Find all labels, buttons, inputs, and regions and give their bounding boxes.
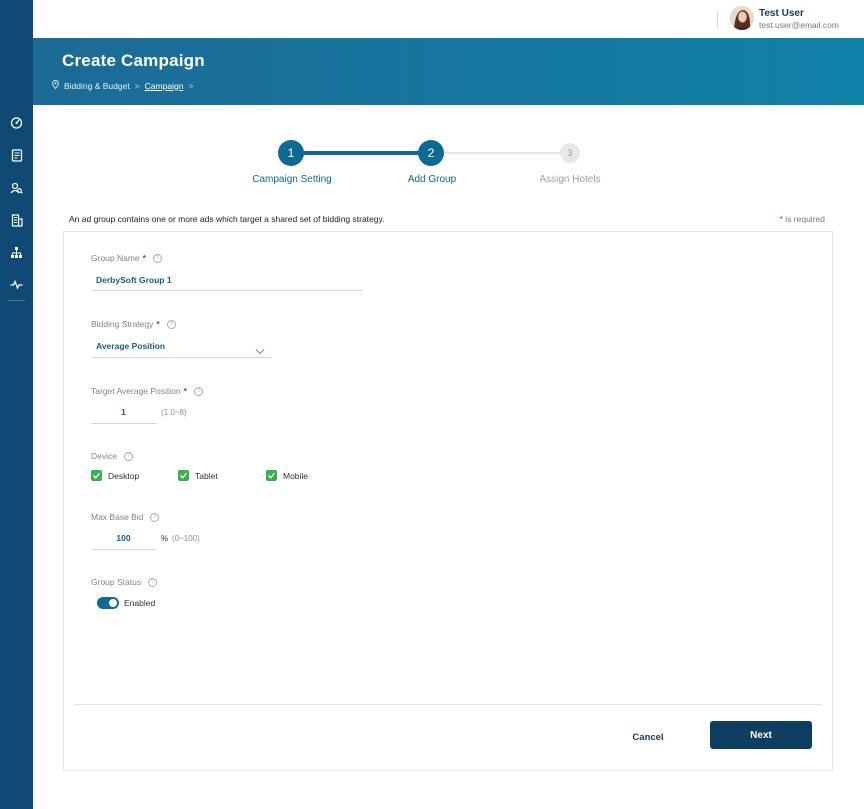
location-pin-icon: [52, 80, 59, 91]
target-avg-position-input[interactable]: 1: [91, 407, 156, 417]
breadcrumb-separator: >: [188, 80, 194, 91]
step-2-circle[interactable]: 2: [418, 140, 444, 166]
device-label: Device ?: [91, 451, 133, 461]
group-status-label: Group Status ?: [91, 577, 158, 587]
sidebar-divider: [8, 300, 25, 301]
mobile-checkbox[interactable]: [266, 470, 277, 481]
topbar-separator: [717, 11, 718, 29]
step-2-label[interactable]: Add Group: [408, 174, 456, 185]
card-footer-divider: [74, 704, 822, 705]
max-base-bid-underline: [91, 549, 157, 550]
bidding-strategy-label-text: Bidding Strategy: [91, 319, 154, 329]
target-avg-position-hint: (1.0~8): [161, 408, 187, 417]
group-name-input[interactable]: DerbySoft Group 1: [96, 275, 172, 285]
max-base-bid-label: Max Base Bid ?: [91, 512, 160, 522]
group-name-label-text: Group Name: [91, 253, 140, 263]
check-icon: [268, 472, 276, 479]
group-name-label: Group Name * ?: [91, 253, 162, 263]
tablet-checkbox[interactable]: [178, 470, 189, 481]
mobile-label[interactable]: Mobile: [283, 471, 308, 481]
help-icon[interactable]: ?: [166, 319, 176, 329]
required-note: * is required: [780, 214, 825, 224]
tablet-label[interactable]: Tablet: [195, 471, 218, 481]
step-3-label: Assign Hotels: [539, 174, 601, 185]
required-mark: *: [156, 319, 160, 329]
breadcrumb-separator: >: [134, 80, 140, 91]
group-name-underline: [91, 290, 362, 291]
stepper: 1 2 3 Campaign Setting Add Group Assign …: [0, 138, 864, 188]
page-title: Create Campaign: [62, 51, 205, 70]
required-text: is required: [782, 214, 825, 224]
device-label-text: Device: [91, 451, 117, 461]
target-avg-position-underline: [91, 423, 157, 424]
top-bar: Test User test.user@email.com: [33, 0, 864, 38]
dashboard-icon[interactable]: [9, 115, 24, 130]
cancel-button[interactable]: Cancel: [620, 728, 676, 746]
bidding-strategy-underline: [91, 357, 272, 358]
toggle-knob: [109, 599, 117, 607]
user-name[interactable]: Test User: [759, 8, 804, 19]
group-description: An ad group contains one or more ads whi…: [69, 214, 385, 224]
required-mark: *: [183, 386, 187, 396]
group-status-value: Enabled: [124, 598, 156, 608]
help-icon[interactable]: ?: [148, 577, 158, 587]
max-base-bid-unit: %: [161, 534, 169, 543]
breadcrumb: Bidding & Budget > Campaign >: [52, 80, 193, 91]
page-header: Create Campaign Bidding & Budget > Campa…: [33, 38, 864, 105]
help-icon[interactable]: ?: [152, 253, 162, 263]
group-form-card: Group Name * ? DerbySoft Group 1 Bidding…: [63, 231, 833, 771]
step-1-circle[interactable]: 1: [278, 140, 304, 166]
required-mark: *: [142, 253, 146, 263]
step-3-circle: 3: [560, 143, 580, 163]
help-icon[interactable]: ?: [150, 512, 160, 522]
target-avg-position-label: Target Average Position * ?: [91, 386, 203, 396]
sidebar: [0, 0, 33, 809]
group-status-label-text: Group Status: [91, 577, 142, 587]
check-icon: [93, 472, 101, 479]
desktop-checkbox[interactable]: [91, 470, 102, 481]
desktop-label[interactable]: Desktop: [108, 471, 139, 481]
target-avg-position-label-text: Target Average Position: [91, 386, 181, 396]
activity-icon[interactable]: [9, 277, 24, 292]
breadcrumb-item-campaign[interactable]: Campaign: [145, 81, 184, 91]
next-button[interactable]: Next: [710, 721, 812, 749]
max-base-bid-input[interactable]: 100: [91, 533, 156, 543]
max-base-bid-label-text: Max Base Bid: [91, 512, 144, 522]
building-icon[interactable]: [9, 213, 24, 228]
check-icon: [180, 472, 188, 479]
step-connector-pending: [443, 152, 570, 154]
max-base-bid-hint: (0~100): [172, 534, 200, 543]
help-icon[interactable]: ?: [193, 386, 203, 396]
avatar[interactable]: [730, 6, 754, 30]
group-status-toggle[interactable]: [97, 597, 119, 609]
breadcrumb-item-bidding[interactable]: Bidding & Budget: [64, 81, 130, 91]
bidding-strategy-label: Bidding Strategy * ?: [91, 319, 176, 329]
user-email: test.user@email.com: [759, 20, 839, 30]
hierarchy-icon[interactable]: [9, 245, 24, 260]
step-1-label[interactable]: Campaign Setting: [252, 174, 332, 185]
help-icon[interactable]: ?: [123, 451, 133, 461]
bidding-strategy-select[interactable]: Average Position: [96, 341, 165, 351]
